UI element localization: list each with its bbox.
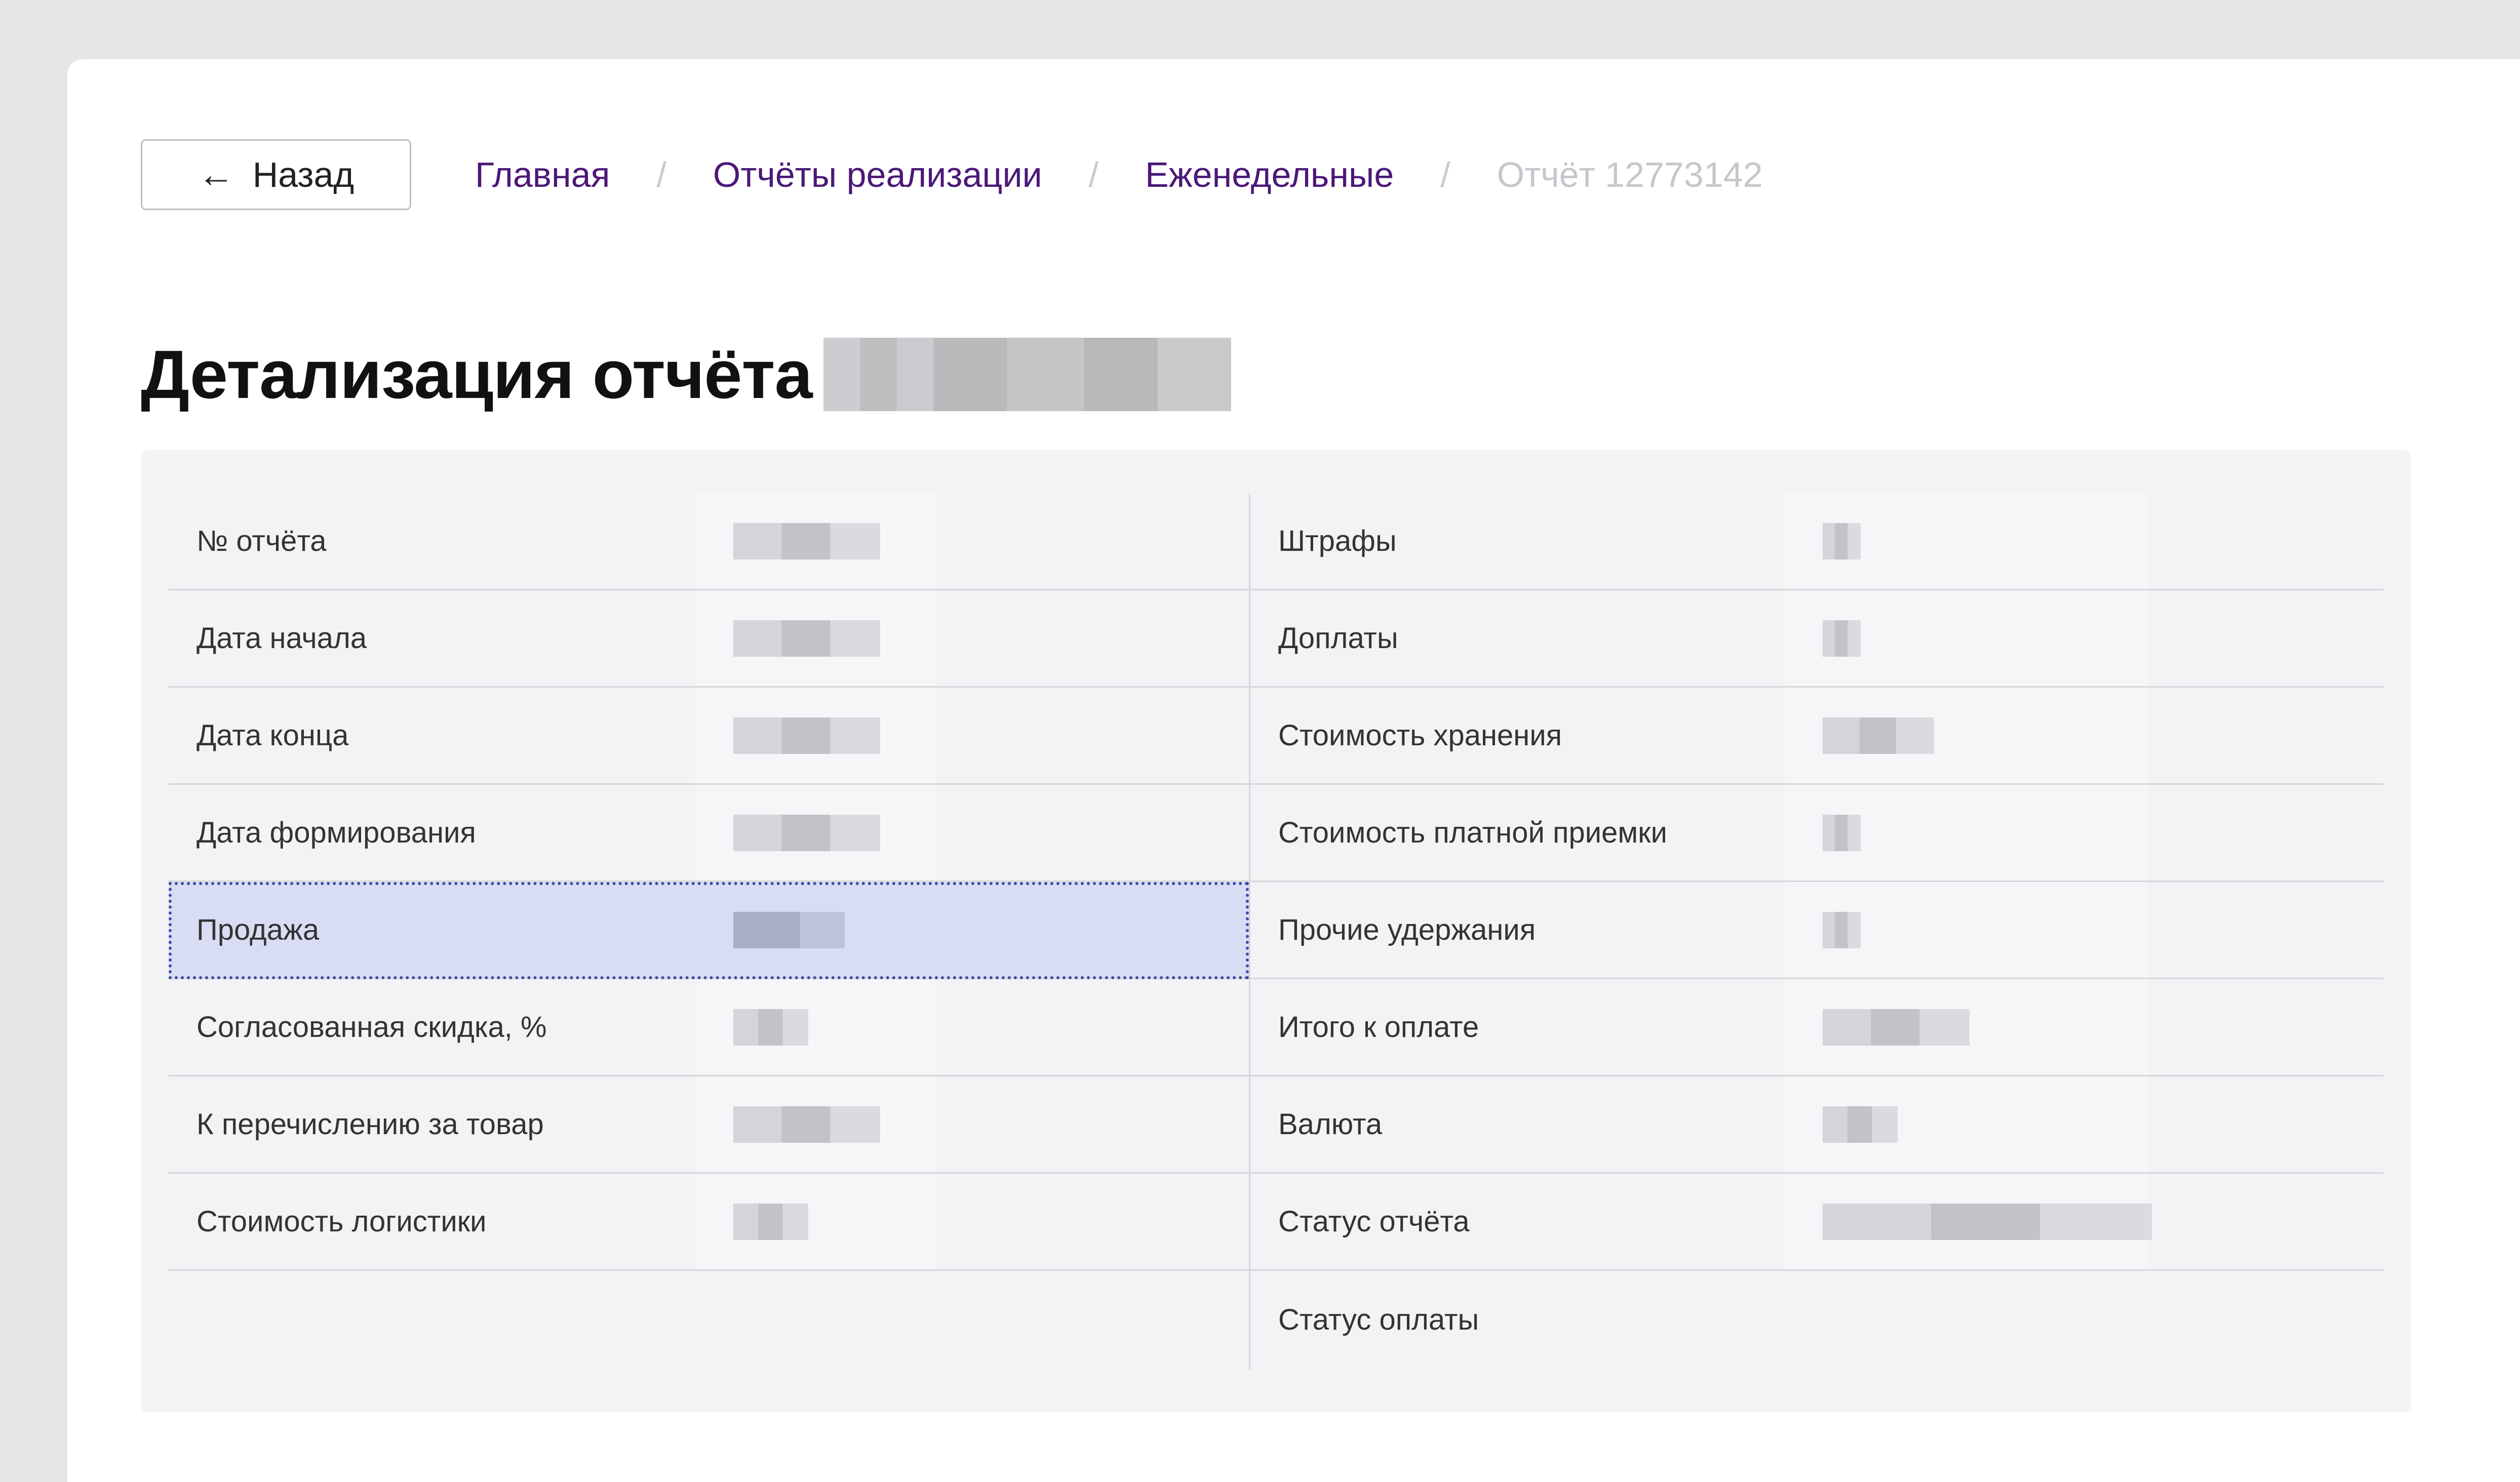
redacted-value — [1785, 1076, 2147, 1172]
detail-label: Стоимость платной приемки — [1278, 816, 1668, 849]
detail-row-currency: Валюта — [1250, 1076, 2383, 1174]
detail-label: Статус оплаты — [1278, 1303, 1479, 1336]
redacted-value — [695, 493, 936, 589]
detail-row-other-deductions: Прочие удержания — [1250, 882, 2383, 979]
redacted-value — [695, 590, 936, 686]
detail-row-paid-acceptance-cost: Стоимость платной приемки — [1250, 785, 2383, 882]
redacted-value — [695, 1174, 936, 1269]
detail-label: Дата конца — [196, 719, 349, 752]
breadcrumb-link-reports[interactable]: Отчёты реализации — [713, 154, 1042, 195]
detail-row-creation-date: Дата формирования — [169, 785, 1249, 882]
detail-row-report-status: Статус отчёта — [1250, 1174, 2383, 1271]
back-button-label: Назад — [252, 155, 355, 194]
redacted-value — [1785, 590, 2147, 686]
redacted-value — [1785, 688, 2147, 783]
detail-row-total-payable: Итого к оплате — [1250, 979, 2383, 1076]
redacted-value — [695, 688, 936, 783]
detail-row-discount: Согласованная скидка, % — [169, 979, 1249, 1076]
breadcrumb-link-weekly[interactable]: Еженедельные — [1145, 154, 1394, 195]
detail-row-sale[interactable]: Продажа — [169, 882, 1249, 979]
detail-label: Дата начала — [196, 622, 367, 655]
detail-label: Дата формирования — [196, 816, 476, 849]
redacted-value — [695, 1076, 936, 1172]
detail-label: Стоимость логистики — [196, 1205, 487, 1238]
breadcrumb-link-home[interactable]: Главная — [475, 154, 610, 195]
page-title: Детализация отчёта — [141, 336, 813, 413]
details-column-right: Штрафы Доплаты Стоимость хранения Стоимо… — [1250, 493, 2383, 1368]
detail-row-payout-for-goods: К перечислению за товар — [169, 1076, 1249, 1174]
breadcrumb-separator: / — [656, 155, 666, 194]
detail-label: Валюта — [1278, 1108, 1383, 1141]
redacted-value — [1785, 785, 2147, 880]
page-header: Детализация отчёта — [141, 335, 1231, 414]
redacted-value — [695, 979, 936, 1075]
detail-row-start-date: Дата начала — [169, 590, 1249, 688]
detail-row-payment-status: Статус оплаты — [1250, 1271, 2383, 1368]
detail-label: Продажа — [196, 913, 320, 946]
detail-row-report-number: № отчёта — [169, 493, 1249, 590]
redacted-value — [1785, 882, 2147, 978]
back-button[interactable]: ← Назад — [141, 139, 411, 210]
redacted-value — [1785, 1174, 2152, 1269]
breadcrumb-separator: / — [1088, 155, 1099, 194]
detail-row-surcharges: Доплаты — [1250, 590, 2383, 688]
detail-label: Итого к оплате — [1278, 1011, 1479, 1044]
detail-row-logistics-cost: Стоимость логистики — [169, 1174, 1249, 1271]
detail-row-end-date: Дата конца — [169, 688, 1249, 785]
redacted-value — [695, 785, 936, 880]
redacted-title-value — [823, 338, 1231, 411]
detail-label: Согласованная скидка, % — [196, 1011, 547, 1044]
breadcrumb-current: Отчёт 12773142 — [1497, 155, 1763, 194]
detail-row-storage-cost: Стоимость хранения — [1250, 688, 2383, 785]
breadcrumb-separator: / — [1440, 155, 1450, 194]
detail-label: Статус отчёта — [1278, 1205, 1470, 1238]
breadcrumb: Главная / Отчёты реализации / Еженедельн… — [475, 139, 1763, 210]
redacted-value — [1785, 979, 2147, 1075]
arrow-left-icon: ← — [198, 154, 234, 195]
redacted-value — [1785, 493, 2147, 589]
detail-label: № отчёта — [196, 525, 327, 557]
detail-label: Доплаты — [1278, 622, 1398, 655]
detail-row-fines: Штрафы — [1250, 493, 2383, 590]
detail-label: Стоимость хранения — [1278, 719, 1562, 752]
report-details-panel: № отчёта Дата начала Дата конца Дата фор… — [141, 450, 2411, 1412]
detail-label: К перечислению за товар — [196, 1108, 544, 1141]
detail-label: Штрафы — [1278, 525, 1397, 557]
page-container: ← Назад Главная / Отчёты реализации / Еж… — [67, 59, 2520, 1482]
detail-label: Прочие удержания — [1278, 913, 1536, 946]
details-column-left: № отчёта Дата начала Дата конца Дата фор… — [169, 493, 1249, 1271]
redacted-value — [695, 882, 936, 978]
